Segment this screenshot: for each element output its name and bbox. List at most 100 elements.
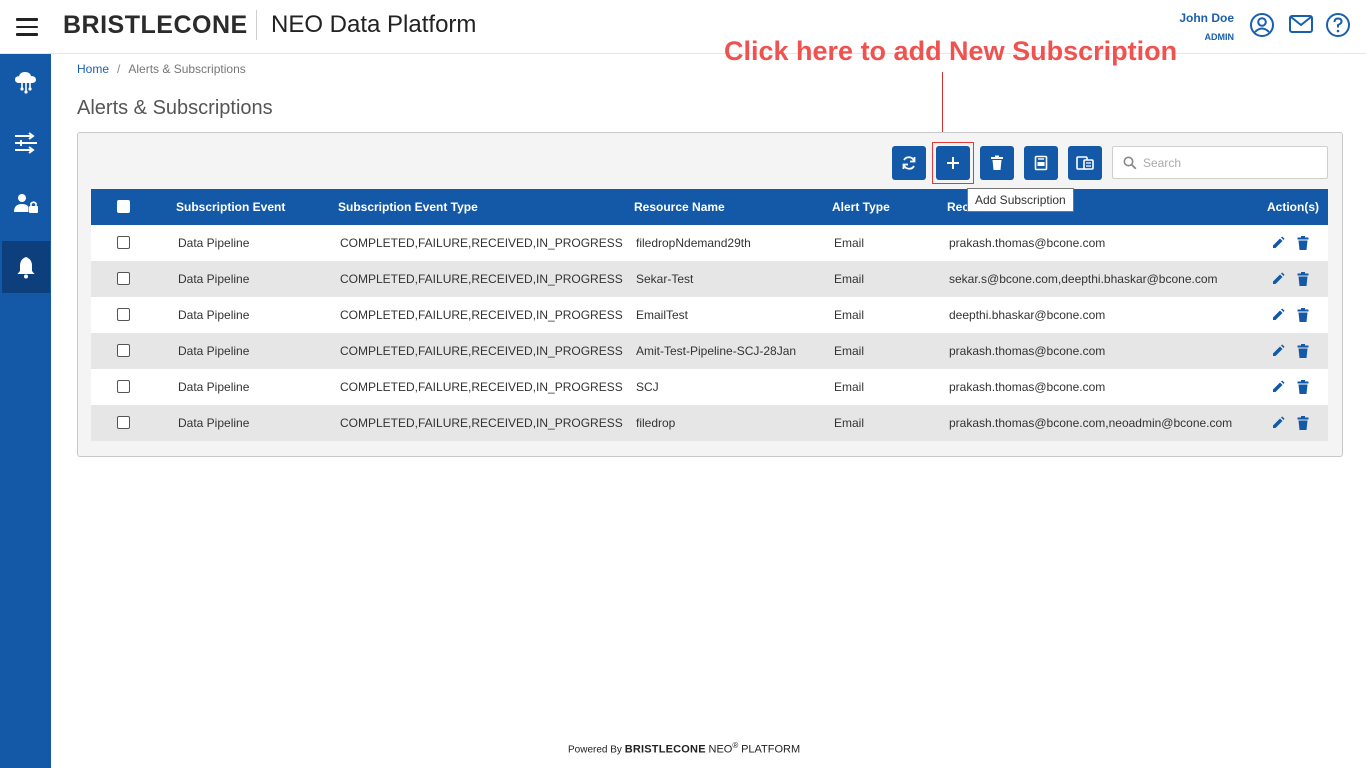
- cell-recipients: prakash.thomas@bcone.com,neoadmin@bcone.…: [949, 416, 1233, 430]
- sidebar: [0, 54, 51, 768]
- edit-icon[interactable]: [1271, 308, 1285, 322]
- row-checkbox[interactable]: [117, 272, 130, 285]
- cell-subscription-event: Data Pipeline: [178, 308, 250, 322]
- cell-resource-name: Amit-Test-Pipeline-SCJ-28Jan: [636, 344, 797, 358]
- row-checkbox[interactable]: [117, 236, 130, 249]
- cell-event-type: COMPLETED,FAILURE,RECEIVED,IN_PROGRESS: [340, 380, 623, 394]
- cell-resource-name: filedrop: [636, 416, 676, 430]
- delete-selected-button[interactable]: [980, 146, 1014, 180]
- export-button[interactable]: [1024, 146, 1058, 180]
- cell-alert-type: Email: [834, 416, 865, 430]
- add-subscription-tooltip: Add Subscription: [967, 188, 1074, 212]
- cell-event-type: COMPLETED,FAILURE,RECEIVED,IN_PROGRESS: [340, 416, 623, 430]
- delete-icon[interactable]: [1296, 344, 1310, 358]
- cloud-network-icon: [15, 72, 36, 94]
- hamburger-icon[interactable]: [16, 18, 38, 36]
- annotation-callout: Click here to add New Subscription: [724, 36, 1178, 66]
- add-subscription-button[interactable]: [936, 146, 970, 180]
- edit-icon[interactable]: [1271, 272, 1285, 286]
- search-icon: [1123, 156, 1137, 170]
- footer-registered-mark: ®: [732, 741, 739, 750]
- table-row[interactable]: Data Pipeline COMPLETED,FAILURE,RECEIVED,…: [91, 297, 1328, 333]
- plus-icon: [947, 157, 959, 169]
- table-row[interactable]: Data Pipeline COMPLETED,FAILURE,RECEIVED,…: [91, 225, 1328, 261]
- footer: Powered By BRISTLECONE NEO® PLATFORM: [568, 741, 800, 755]
- search-input[interactable]: [1143, 153, 1323, 173]
- table-row[interactable]: Data Pipeline COMPLETED,FAILURE,RECEIVED,…: [91, 261, 1328, 297]
- user-role: ADMIN: [1204, 32, 1235, 42]
- delete-icon[interactable]: [1296, 308, 1310, 322]
- table-header: Subscription Event Subscription Event Ty…: [91, 189, 1328, 225]
- cell-event-type: COMPLETED,FAILURE,RECEIVED,IN_PROGRESS: [340, 272, 623, 286]
- cell-subscription-event: Data Pipeline: [178, 416, 250, 430]
- delete-icon[interactable]: [1296, 416, 1310, 430]
- table-row[interactable]: Data Pipeline COMPLETED,FAILURE,RECEIVED,…: [91, 405, 1328, 441]
- column-header-alert-type[interactable]: Alert Type: [832, 189, 890, 225]
- cell-alert-type: Email: [834, 272, 865, 286]
- export-icon: [1034, 155, 1048, 171]
- cell-subscription-event: Data Pipeline: [178, 344, 250, 358]
- table-row[interactable]: Data Pipeline COMPLETED,FAILURE,RECEIVED,…: [91, 333, 1328, 369]
- help-icon[interactable]: [1325, 12, 1351, 38]
- search-box: [1112, 146, 1328, 179]
- column-header-event-type[interactable]: Subscription Event Type: [338, 189, 478, 225]
- column-header-subscription-event[interactable]: Subscription Event: [176, 189, 285, 225]
- sidebar-item-alerts[interactable]: [2, 241, 50, 293]
- cell-recipients: prakash.thomas@bcone.com: [949, 380, 1106, 394]
- cell-alert-type: Email: [834, 344, 865, 358]
- cell-event-type: COMPLETED,FAILURE,RECEIVED,IN_PROGRESS: [340, 236, 623, 250]
- user-circle-icon[interactable]: [1249, 12, 1275, 38]
- delete-icon[interactable]: [1296, 272, 1310, 286]
- edit-icon[interactable]: [1271, 380, 1285, 394]
- bell-icon: [17, 257, 35, 279]
- table-row[interactable]: Data Pipeline COMPLETED,FAILURE,RECEIVED,…: [91, 369, 1328, 405]
- edit-icon[interactable]: [1271, 416, 1285, 430]
- cell-recipients: prakash.thomas@bcone.com: [949, 344, 1106, 358]
- cell-subscription-event: Data Pipeline: [178, 272, 250, 286]
- footer-neo: NEO: [708, 743, 733, 756]
- cell-resource-name: SCJ: [636, 380, 659, 394]
- page-title: Alerts & Subscriptions: [77, 97, 273, 119]
- cell-resource-name: Sekar-Test: [636, 272, 694, 286]
- breadcrumb: Home / Alerts & Subscriptions: [77, 62, 246, 76]
- footer-brand: BRISTLECONE: [624, 743, 706, 756]
- cell-alert-type: Email: [834, 236, 865, 250]
- column-header-actions: Action(s): [1267, 200, 1319, 214]
- cell-resource-name: EmailTest: [636, 308, 689, 322]
- cell-alert-type: Email: [834, 308, 865, 322]
- delete-icon[interactable]: [1296, 236, 1310, 250]
- row-checkbox[interactable]: [117, 344, 130, 357]
- cell-subscription-event: Data Pipeline: [178, 236, 250, 250]
- table-body: Data Pipeline COMPLETED,FAILURE,RECEIVED,…: [91, 225, 1328, 441]
- mail-icon[interactable]: [1288, 11, 1314, 37]
- row-checkbox[interactable]: [117, 308, 130, 321]
- sidebar-item-pipelines[interactable]: [2, 117, 50, 169]
- cell-recipients: prakash.thomas@bcone.com: [949, 236, 1106, 250]
- row-checkbox[interactable]: [117, 380, 130, 393]
- breadcrumb-home-link[interactable]: Home: [77, 62, 109, 76]
- user-name[interactable]: John Doe: [1179, 11, 1234, 25]
- edit-icon[interactable]: [1271, 236, 1285, 250]
- header-divider: [256, 10, 257, 40]
- cell-alert-type: Email: [834, 380, 865, 394]
- column-header-resource-name[interactable]: Resource Name: [634, 189, 725, 225]
- cell-event-type: COMPLETED,FAILURE,RECEIVED,IN_PROGRESS: [340, 308, 623, 322]
- edit-icon[interactable]: [1271, 344, 1285, 358]
- app-title: NEO Data Platform: [271, 11, 477, 38]
- cell-resource-name: filedropNdemand29th: [636, 236, 751, 250]
- refresh-button[interactable]: [892, 146, 926, 180]
- brand-logo[interactable]: BRISTLECONE: [63, 11, 248, 40]
- footer-platform: PLATFORM: [741, 743, 801, 756]
- cell-subscription-event: Data Pipeline: [178, 380, 250, 394]
- delete-icon[interactable]: [1296, 380, 1310, 394]
- select-all-checkbox[interactable]: [117, 200, 130, 213]
- column-header-recipients[interactable]: Rec: [947, 189, 969, 225]
- row-checkbox[interactable]: [117, 416, 130, 429]
- trash-icon: [991, 155, 1003, 170]
- copy-button[interactable]: [1068, 146, 1102, 180]
- annotation-arrow-line: [942, 72, 943, 136]
- sidebar-item-user-admin[interactable]: [2, 178, 50, 230]
- breadcrumb-separator: /: [117, 62, 121, 76]
- pipeline-transform-icon: [15, 132, 37, 154]
- sidebar-item-cloud[interactable]: [2, 56, 50, 108]
